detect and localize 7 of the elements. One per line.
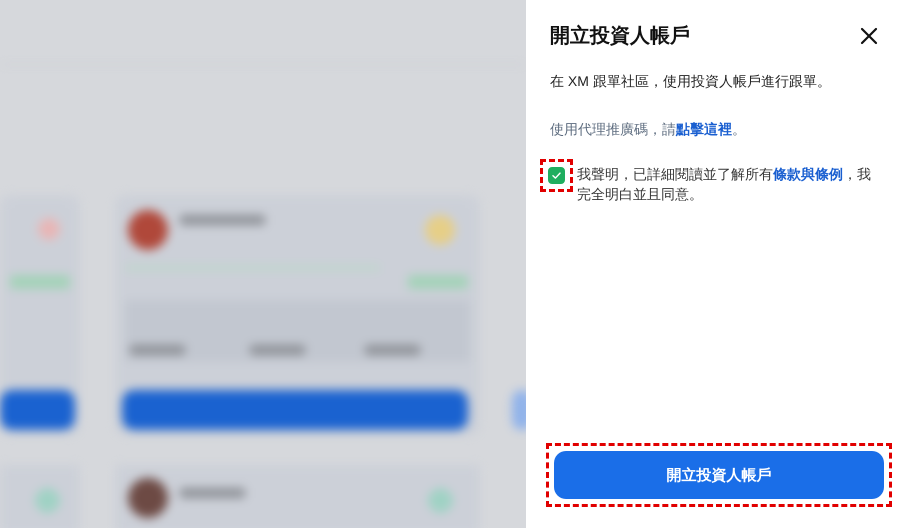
- referral-text: 使用代理推廣碼，請點擊這裡。: [550, 121, 747, 139]
- open-account-button[interactable]: 開立投資人帳戶: [554, 451, 884, 499]
- agreement-checkbox[interactable]: [548, 167, 565, 184]
- intro-text: 在 XM 跟單社區，使用投資人帳戶進行跟單。: [550, 73, 832, 91]
- drawer-title: 開立投資人帳戶: [550, 24, 690, 49]
- close-icon[interactable]: [860, 26, 878, 44]
- agreement-text: 我聲明，已詳細閱讀並了解所有條款與條例，我完全明白並且同意。: [577, 165, 872, 204]
